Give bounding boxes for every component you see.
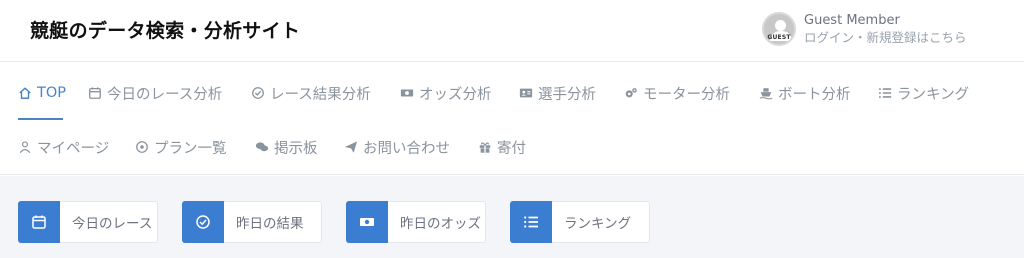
money-icon xyxy=(400,86,414,100)
quick-link-label: 昨日のオッズ xyxy=(400,216,481,232)
login-register-link[interactable]: ログイン・新規登録はこちら xyxy=(804,29,967,46)
nav-item-board[interactable]: 掲示板 xyxy=(255,132,318,162)
nav-item-label: 寄付 xyxy=(497,140,526,157)
gift-icon xyxy=(478,140,492,154)
list-icon xyxy=(878,86,892,100)
avatar[interactable]: GUEST xyxy=(762,12,796,46)
nav-item-label: お問い合わせ xyxy=(363,140,450,157)
id-card-icon xyxy=(519,86,533,100)
nav-item-mypage[interactable]: マイページ xyxy=(18,132,109,162)
nav-item-ranking[interactable]: ランキング xyxy=(878,78,969,108)
quick-link-label: 今日のレース xyxy=(72,216,153,232)
check-circle-icon xyxy=(251,86,265,100)
active-tab-indicator xyxy=(18,118,63,120)
calendar-icon xyxy=(18,200,60,243)
nav-item-boat[interactable]: ボート分析 xyxy=(759,78,851,108)
nav-item-plans[interactable]: プラン一覧 xyxy=(135,132,227,162)
site-title[interactable]: 競艇のデータ検索・分析サイト xyxy=(30,16,300,43)
quick-link-label: ランキング xyxy=(564,216,632,232)
nav-item-donation[interactable]: 寄付 xyxy=(478,132,526,162)
quick-link-yesterday-result[interactable]: 昨日の結果 xyxy=(182,200,322,243)
quick-link-ranking[interactable]: ランキング xyxy=(510,200,650,243)
home-icon xyxy=(18,86,32,100)
nav-item-label: ランキング xyxy=(897,86,970,103)
check-circle-icon xyxy=(182,200,224,243)
nav-item-label: レース結果分析 xyxy=(270,86,371,103)
quick-link-today-race[interactable]: 今日のレース xyxy=(18,200,158,243)
cogs-icon xyxy=(624,86,638,100)
nav-item-contact[interactable]: お問い合わせ xyxy=(344,132,450,162)
calendar-icon xyxy=(88,86,102,100)
nav-item-odds[interactable]: オッズ分析 xyxy=(400,78,492,108)
nav-item-player[interactable]: 選手分析 xyxy=(519,78,596,108)
money-icon xyxy=(346,200,388,243)
nav-item-race-result[interactable]: レース結果分析 xyxy=(251,78,371,108)
nav-item-label: モーター分析 xyxy=(643,86,730,103)
avatar-label: GUEST xyxy=(767,34,791,41)
nav-item-motor[interactable]: モーター分析 xyxy=(624,78,730,108)
nav-item-label: マイページ xyxy=(37,140,110,157)
main-nav: TOP 今日のレース分析 レース結果分析 オッズ分析 選手分析 モーター分析 ボ… xyxy=(0,62,1024,175)
site-header: 競艇のデータ検索・分析サイト GUEST Guest Member ログイン・新… xyxy=(0,0,1024,62)
nav-item-label: 掲示板 xyxy=(274,140,318,157)
comments-icon xyxy=(255,140,269,154)
user-icon xyxy=(18,140,32,154)
nav-item-label: TOP xyxy=(37,85,67,101)
nav-item-label: 今日のレース分析 xyxy=(107,86,223,103)
target-icon xyxy=(135,140,149,154)
nav-item-top[interactable]: TOP xyxy=(18,78,66,108)
ship-icon xyxy=(759,86,773,100)
nav-item-label: プラン一覧 xyxy=(154,140,227,157)
quick-link-label: 昨日の結果 xyxy=(236,216,304,232)
nav-item-label: 選手分析 xyxy=(538,86,596,103)
user-panel[interactable]: GUEST Guest Member ログイン・新規登録はこちら xyxy=(762,12,967,46)
list-icon xyxy=(510,200,552,243)
quick-link-yesterday-odds[interactable]: 昨日のオッズ xyxy=(346,200,486,243)
nav-item-today-race[interactable]: 今日のレース分析 xyxy=(88,78,222,108)
paper-plane-icon xyxy=(344,140,358,154)
user-name: Guest Member xyxy=(804,13,900,28)
quick-links-area: 今日のレース 昨日の結果 昨日のオッズ ランキング xyxy=(0,176,1024,258)
nav-item-label: オッズ分析 xyxy=(419,86,492,103)
nav-item-label: ボート分析 xyxy=(778,86,851,103)
